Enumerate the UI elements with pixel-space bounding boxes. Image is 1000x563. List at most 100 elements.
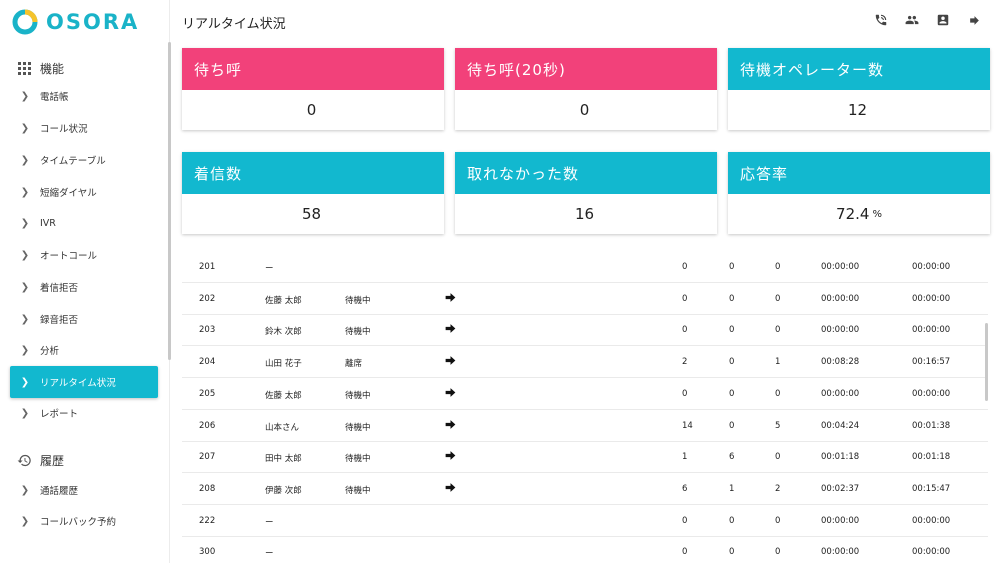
table-row: 204 山田 花子 離席 2 0 1 00:08:28 00:16:57 — [182, 346, 988, 379]
stat-card-value-wrap: 0 — [182, 90, 444, 130]
chevron-right-icon: ❯ — [20, 313, 30, 325]
table-row: 201 ー 0 0 0 00:00:00 00:00:00 — [182, 251, 988, 283]
operator-name: 山本さん — [265, 422, 300, 433]
count-1: 14 — [682, 420, 693, 431]
arrow-right-icon[interactable] — [444, 449, 458, 463]
sidebar-item-label: レポート — [40, 409, 79, 420]
sidebar-item-label: 通話履歴 — [40, 486, 79, 497]
operator-status: 待機中 — [345, 485, 371, 496]
section-history: 履歴 — [16, 452, 64, 469]
history-icon — [16, 453, 32, 469]
users-icon[interactable] — [904, 12, 920, 28]
count-3: 0 — [775, 547, 781, 558]
time-2: 00:00:00 — [912, 293, 951, 304]
stat-card-value: 12 — [847, 101, 868, 119]
count-2: 0 — [729, 262, 735, 272]
table-row: 202 佐藤 太郎 待機中 0 0 0 00:00:00 00:00:00 — [182, 283, 988, 315]
sidebar-item[interactable]: ❯ レポート — [10, 399, 158, 427]
sidebar-item[interactable]: ❯ リアルタイム状況 — [10, 366, 158, 398]
extension-number: 201 — [199, 262, 216, 272]
stat-card-value-wrap: 0 — [455, 90, 717, 130]
sidebar-item[interactable]: ❯ IVR — [10, 209, 158, 237]
phone-icon[interactable] — [873, 12, 889, 28]
time-1: 00:08:28 — [821, 357, 860, 368]
arrow-right-icon[interactable] — [444, 481, 458, 495]
sidebar-item-label: 電話帳 — [40, 92, 69, 103]
sidebar-item[interactable]: ❯ 分析 — [10, 336, 158, 364]
time-1: 00:01:18 — [821, 452, 860, 463]
brand-name: OSORA — [46, 10, 140, 34]
time-1: 00:00:00 — [821, 293, 860, 304]
stat-card-value: 16 — [574, 205, 595, 223]
contact-card-icon[interactable] — [935, 12, 951, 28]
extension-number: 205 — [199, 388, 216, 399]
count-2: 0 — [729, 388, 735, 399]
arrow-right-icon[interactable] — [444, 322, 458, 336]
operator-status: 待機中 — [345, 454, 371, 465]
chevron-right-icon: ❯ — [20, 407, 30, 419]
stat-card-value-wrap: 58 — [182, 194, 444, 234]
time-2: 00:00:00 — [912, 262, 951, 272]
count-1: 0 — [682, 325, 688, 336]
count-1: 1 — [682, 452, 688, 463]
sidebar-item-label: オートコール — [40, 251, 98, 262]
chevron-right-icon: ❯ — [20, 90, 30, 102]
count-2: 0 — [729, 547, 735, 558]
operator-name: ー — [265, 549, 274, 560]
count-3: 2 — [775, 483, 781, 494]
sidebar-history-item[interactable]: ❯ 通話履歴 — [10, 476, 158, 504]
sidebar-item-label: 録音拒否 — [40, 315, 79, 326]
header: リアルタイム状況 — [170, 0, 1000, 42]
sidebar-item[interactable]: ❯ オートコール — [10, 241, 158, 269]
extension-number: 222 — [199, 515, 216, 526]
operator-name: 佐藤 太郎 — [265, 390, 302, 401]
page-title: リアルタイム状況 — [182, 17, 286, 32]
count-1: 0 — [682, 293, 688, 304]
time-2: 00:00:00 — [912, 547, 951, 558]
operator-name: 伊藤 次郎 — [265, 485, 302, 496]
stat-card-title: 待機オペレーター数 — [728, 48, 990, 90]
time-1: 00:04:24 — [821, 420, 860, 431]
count-2: 6 — [729, 452, 735, 463]
stat-card: 応答率 72.4% — [728, 152, 990, 234]
arrow-right-icon[interactable] — [444, 386, 458, 400]
sidebar-scrollbar[interactable] — [168, 42, 171, 360]
time-1: 00:00:00 — [821, 325, 860, 336]
sidebar-history-item[interactable]: ❯ コールバック予約 — [10, 507, 158, 535]
arrow-right-icon[interactable] — [444, 291, 458, 305]
sidebar-item-label: コールバック予約 — [40, 517, 117, 528]
count-3: 0 — [775, 293, 781, 304]
main-scrollbar[interactable] — [985, 323, 988, 401]
stat-card-value-wrap: 12 — [728, 90, 990, 130]
count-2: 0 — [729, 325, 735, 336]
sidebar-item-label: 短縮ダイヤル — [40, 188, 97, 199]
extension-number: 202 — [199, 293, 216, 304]
sidebar-item[interactable]: ❯ コール状況 — [10, 114, 158, 142]
forward-arrow-icon[interactable] — [966, 12, 982, 28]
operator-name: ー — [265, 517, 274, 528]
table-row: 207 田中 太郎 待機中 1 6 0 00:01:18 00:01:18 — [182, 441, 988, 474]
operator-status: 待機中 — [345, 295, 371, 306]
sidebar-item-label: リアルタイム状況 — [40, 378, 116, 389]
operator-status: 待機中 — [345, 422, 371, 433]
arrow-right-icon[interactable] — [444, 418, 458, 432]
stat-card-title: 取れなかった数 — [455, 152, 717, 194]
sidebar-item[interactable]: ❯ 着信拒否 — [10, 273, 158, 301]
count-2: 0 — [729, 357, 735, 368]
time-2: 00:15:47 — [912, 483, 951, 494]
chevron-right-icon: ❯ — [20, 154, 30, 166]
sidebar-item[interactable]: ❯ 録音拒否 — [10, 305, 158, 333]
time-1: 00:00:00 — [821, 388, 860, 399]
chevron-right-icon: ❯ — [20, 281, 30, 293]
sidebar-item[interactable]: ❯ タイムテーブル — [10, 146, 158, 174]
extension-number: 207 — [199, 452, 216, 463]
arrow-right-icon[interactable] — [444, 354, 458, 368]
logo[interactable]: OSORA — [12, 8, 139, 36]
sidebar-item[interactable]: ❯ 電話帳 — [10, 82, 158, 110]
count-2: 0 — [729, 515, 735, 526]
count-3: 0 — [775, 452, 781, 463]
count-1: 0 — [682, 262, 688, 272]
stat-card: 待ち呼 0 — [182, 48, 444, 130]
sidebar-item[interactable]: ❯ 短縮ダイヤル — [10, 178, 158, 206]
time-2: 00:00:00 — [912, 388, 951, 399]
